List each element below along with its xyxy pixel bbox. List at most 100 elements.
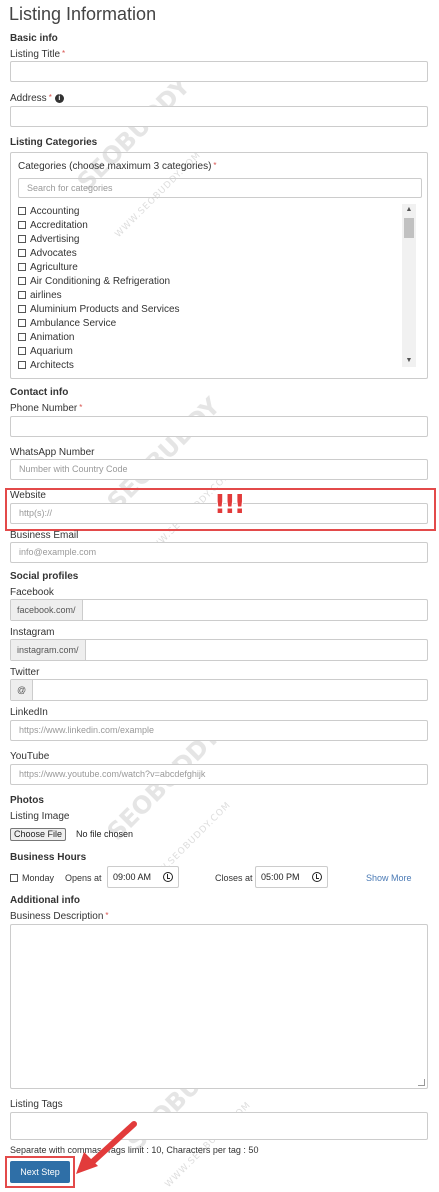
category-item[interactable]: Aquarium [18,344,398,358]
required-mark: * [79,403,83,412]
category-checkbox[interactable] [18,207,26,215]
category-checkbox[interactable] [18,277,26,285]
youtube-input[interactable]: https://www.youtube.com/watch?v=abcdefgh… [10,764,428,785]
instagram-prefix: instagram.com/ [11,640,86,660]
categories-title: Categories (choose maximum 3 categories)… [18,161,217,172]
category-checkbox[interactable] [18,235,26,243]
email-label: Business Email [10,530,79,541]
category-checkbox[interactable] [18,361,26,369]
linkedin-label: LinkedIn [10,707,48,718]
category-item[interactable]: Architects [18,358,398,372]
scroll-thumb[interactable] [404,218,414,238]
monday-checkbox-row[interactable]: Monday [10,873,54,883]
closes-at-label: Closes at [215,873,253,883]
business-description-label-text: Business Description [10,911,104,922]
scroll-down-icon[interactable]: ▼ [402,355,416,367]
category-item[interactable]: Agriculture [18,260,398,274]
email-input[interactable]: info@example.com [10,542,428,563]
category-checkbox[interactable] [18,221,26,229]
category-checkbox[interactable] [18,333,26,341]
categories-box: Categories (choose maximum 3 categories)… [10,152,428,379]
arrow-shaft [85,1121,137,1169]
clock-icon[interactable] [312,872,322,882]
listing-title-label-text: Listing Title [10,49,61,60]
category-checkbox[interactable] [18,249,26,257]
arrow-head [76,1152,98,1174]
category-label: airlines [30,289,62,301]
category-label: Accounting [30,205,80,217]
required-mark: * [213,161,217,170]
category-scrollbar[interactable]: ▲ ▼ [402,204,416,367]
category-label: Agriculture [30,261,78,273]
category-label: Aluminium Products and Services [30,303,180,315]
opens-at-value: 09:00 AM [113,872,152,882]
required-mark: * [105,911,109,920]
category-item[interactable]: Advertising [18,232,398,246]
youtube-label: YouTube [10,751,50,762]
opens-at-input[interactable]: 09:00 AM [107,866,179,888]
instagram-input[interactable]: instagram.com/ [10,639,428,661]
social-profiles-heading: Social profiles [10,571,79,582]
business-description-label: Business Description * [10,911,109,922]
listing-title-input[interactable] [10,61,428,82]
additional-info-heading: Additional info [10,895,80,906]
choose-file-button[interactable]: Choose File [10,828,67,841]
business-hours-row: Monday Opens at 09:00 AM Closes at 05:00… [10,866,428,892]
monday-checkbox[interactable] [10,874,18,882]
resize-grip-icon[interactable] [418,1079,425,1086]
closes-at-input[interactable]: 05:00 PM [255,866,328,888]
next-step-button[interactable]: Next Step [10,1161,70,1183]
category-item[interactable]: Aluminium Products and Services [18,302,398,316]
category-label: Aquarium [30,345,73,357]
page-title: Listing Information [9,4,157,24]
red-arrow-annotation [76,1121,137,1174]
category-label: Animation [30,331,75,343]
twitter-prefix: @ [11,680,34,700]
facebook-input[interactable]: facebook.com/ [10,599,428,621]
monday-label: Monday [22,873,55,883]
category-item[interactable]: Air Conditioning & Refrigeration [18,274,398,288]
business-description-textarea[interactable] [10,924,428,1089]
category-item[interactable]: Accreditation [18,218,398,232]
category-checkbox[interactable] [18,263,26,271]
listing-title-label: Listing Title * [10,49,65,60]
closes-at-value: 05:00 PM [261,872,300,882]
category-label: Ambulance Service [30,317,117,329]
required-mark: * [62,49,66,58]
exclamation-annotation: !!! [214,490,246,520]
opens-at-label: Opens at [65,873,102,883]
category-checkbox[interactable] [18,305,26,313]
category-item[interactable]: Ambulance Service [18,316,398,330]
phone-label-text: Phone Number [10,403,78,414]
category-item[interactable]: Accounting [18,204,398,218]
category-checkbox[interactable] [18,347,26,355]
business-hours-heading: Business Hours [10,852,87,863]
facebook-label: Facebook [10,587,54,598]
scroll-up-icon[interactable]: ▲ [402,204,416,216]
linkedin-input[interactable]: https://www.linkedin.com/example [10,720,428,741]
no-file-text: No file chosen [76,829,134,839]
category-checkbox[interactable] [18,319,26,327]
category-list: Accounting Accreditation Advertising Advoca… [18,204,398,372]
required-mark: * [48,93,52,102]
phone-input[interactable] [10,416,428,437]
twitter-input[interactable]: @ [10,679,428,701]
category-label: Advertising [30,233,80,245]
facebook-prefix: facebook.com/ [11,600,83,620]
category-item[interactable]: Animation [18,330,398,344]
listing-image-label: Listing Image [10,811,70,822]
category-item[interactable]: Advocates [18,246,398,260]
info-icon[interactable]: i [54,93,64,103]
clock-icon[interactable] [163,872,173,882]
address-input[interactable] [10,106,428,127]
listing-categories-heading: Listing Categories [10,137,98,148]
whatsapp-input[interactable]: Number with Country Code [10,459,428,480]
phone-label: Phone Number * [10,403,82,414]
category-search-input[interactable]: Search for categories [18,178,422,198]
category-checkbox[interactable] [18,291,26,299]
twitter-label: Twitter [10,667,40,678]
category-item[interactable]: airlines [18,288,398,302]
contact-info-heading: Contact info [10,387,69,398]
show-more-link[interactable]: Show More [366,873,412,883]
category-label: Accreditation [30,219,88,231]
